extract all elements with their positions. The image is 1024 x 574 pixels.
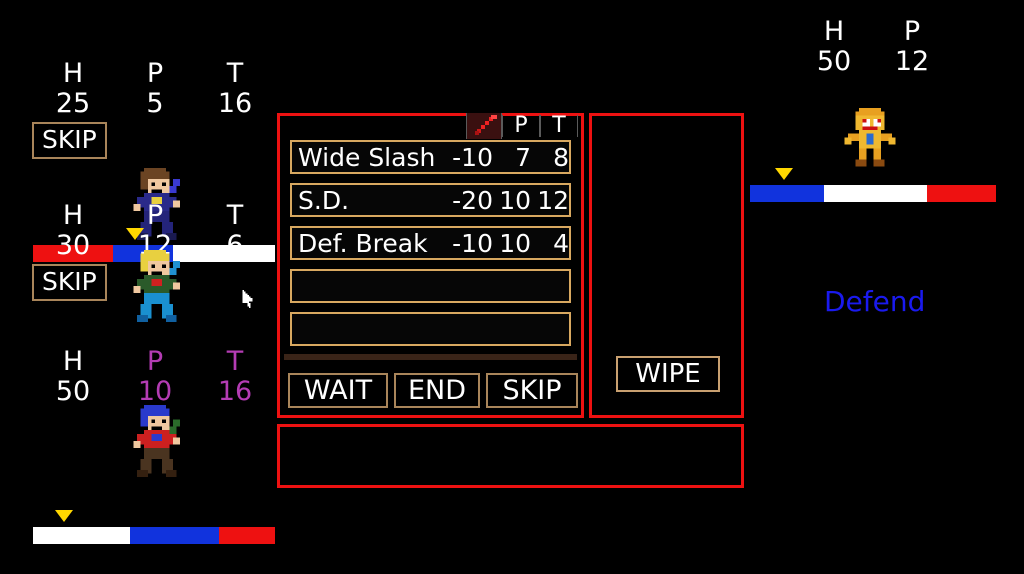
stat-label: H — [62, 346, 84, 377]
ability-name: Wide Slash — [298, 142, 436, 172]
message-log-panel — [277, 424, 744, 488]
party-member-3-stat-p: P 10 — [120, 348, 190, 405]
ability-p-cost: 10 — [499, 185, 531, 215]
end-button[interactable]: END — [394, 373, 480, 408]
knight-green-sprite — [133, 250, 181, 322]
bar-segment — [129, 527, 220, 544]
bar-segment — [927, 185, 996, 202]
t-column-header: T — [540, 115, 578, 137]
stat-value: 50 — [816, 46, 852, 77]
bar-segment — [823, 185, 928, 202]
stat-label: P — [903, 16, 921, 47]
party-member-1-stat-p: P 5 — [120, 60, 190, 117]
ability-row-4[interactable] — [290, 269, 571, 303]
mouse-cursor-icon — [242, 290, 253, 308]
knight-red-sprite — [133, 405, 181, 477]
enemy-stat-p: P 12 — [877, 18, 947, 75]
p-column-header: P — [502, 115, 540, 137]
party-member-1-skip-tag[interactable]: SKIP — [32, 122, 107, 159]
stat-value: 16 — [217, 88, 253, 119]
bar-segment — [750, 185, 824, 202]
stat-label: T — [226, 200, 244, 231]
party-member-1-stat-h: H 25 — [38, 60, 108, 117]
stat-value: 25 — [55, 88, 91, 119]
party-member-2-bar — [33, 510, 275, 544]
game-screen: H 25 P 5 T 16 SKIP H 30 P 12 T 6 SKIP H … — [0, 0, 1024, 574]
ability-damage: -20 — [452, 185, 493, 215]
party-member-3-stats: H 50 P 10 T 16 — [0, 348, 282, 406]
bar-segment — [33, 527, 130, 544]
party-member-1-stat-t: T 16 — [200, 60, 270, 117]
damage-column-header — [466, 113, 502, 139]
monster-yellow-sprite — [844, 108, 896, 167]
stat-label: P — [146, 346, 164, 377]
stat-value: 30 — [55, 230, 91, 261]
stat-value: 16 — [217, 376, 253, 407]
enemy-action-label: Defend — [824, 285, 926, 318]
ability-name: Def. Break — [298, 228, 428, 258]
ability-name: S.D. — [298, 185, 350, 215]
menu-divider — [284, 354, 577, 360]
party-member-2-stat-t: T 6 — [200, 202, 270, 259]
message-log-text — [280, 427, 741, 443]
stat-label: H — [62, 58, 84, 89]
ability-t-cost: 12 — [537, 185, 569, 215]
party-member-1-stats: H 25 P 5 T 16 — [0, 60, 282, 118]
enemy-bar — [750, 168, 996, 202]
sword-icon — [475, 115, 497, 135]
party-member-2-skip-tag[interactable]: SKIP — [32, 264, 107, 301]
stat-value: 6 — [226, 230, 244, 261]
ability-damage: -10 — [452, 142, 493, 172]
stat-value: 5 — [146, 88, 164, 119]
ability-row-2[interactable]: S.D. -20 10 12 — [290, 183, 571, 217]
ability-damage: -10 — [452, 228, 493, 258]
stat-label: P — [146, 58, 164, 89]
target-side-panel: WIPE — [589, 113, 744, 418]
ability-p-cost: 7 — [515, 142, 531, 172]
stat-label: H — [62, 200, 84, 231]
party-member-2-stat-h: H 30 — [38, 202, 108, 259]
wait-button[interactable]: WAIT — [288, 373, 388, 408]
ability-menu-panel: P T Wide Slash -10 7 8 S.D. -20 10 12 De… — [277, 113, 584, 418]
ability-p-cost: 10 — [499, 228, 531, 258]
wipe-button[interactable]: WIPE — [616, 356, 720, 392]
ability-row-3[interactable]: Def. Break -10 10 4 — [290, 226, 571, 260]
party-member-3-stat-t: T 16 — [200, 348, 270, 405]
ability-t-cost: 8 — [553, 142, 569, 172]
stat-label: T — [226, 346, 244, 377]
ability-row-5[interactable] — [290, 312, 571, 346]
stat-value: 50 — [55, 376, 91, 407]
stat-value: 10 — [137, 376, 173, 407]
bar-segment — [219, 527, 275, 544]
bar-marker-icon — [775, 168, 794, 180]
skip-button[interactable]: SKIP — [486, 373, 578, 408]
bar-marker-icon — [55, 510, 74, 522]
stat-label: P — [146, 200, 164, 231]
stat-value: 12 — [894, 46, 930, 77]
stat-label: T — [226, 58, 244, 89]
ability-row-1[interactable]: Wide Slash -10 7 8 — [290, 140, 571, 174]
ability-menu-header: P T — [466, 113, 578, 139]
party-member-3-stat-h: H 50 — [38, 348, 108, 405]
ability-t-cost: 4 — [553, 228, 569, 258]
enemy-stat-h: H 50 — [799, 18, 869, 75]
stat-label: H — [823, 16, 845, 47]
